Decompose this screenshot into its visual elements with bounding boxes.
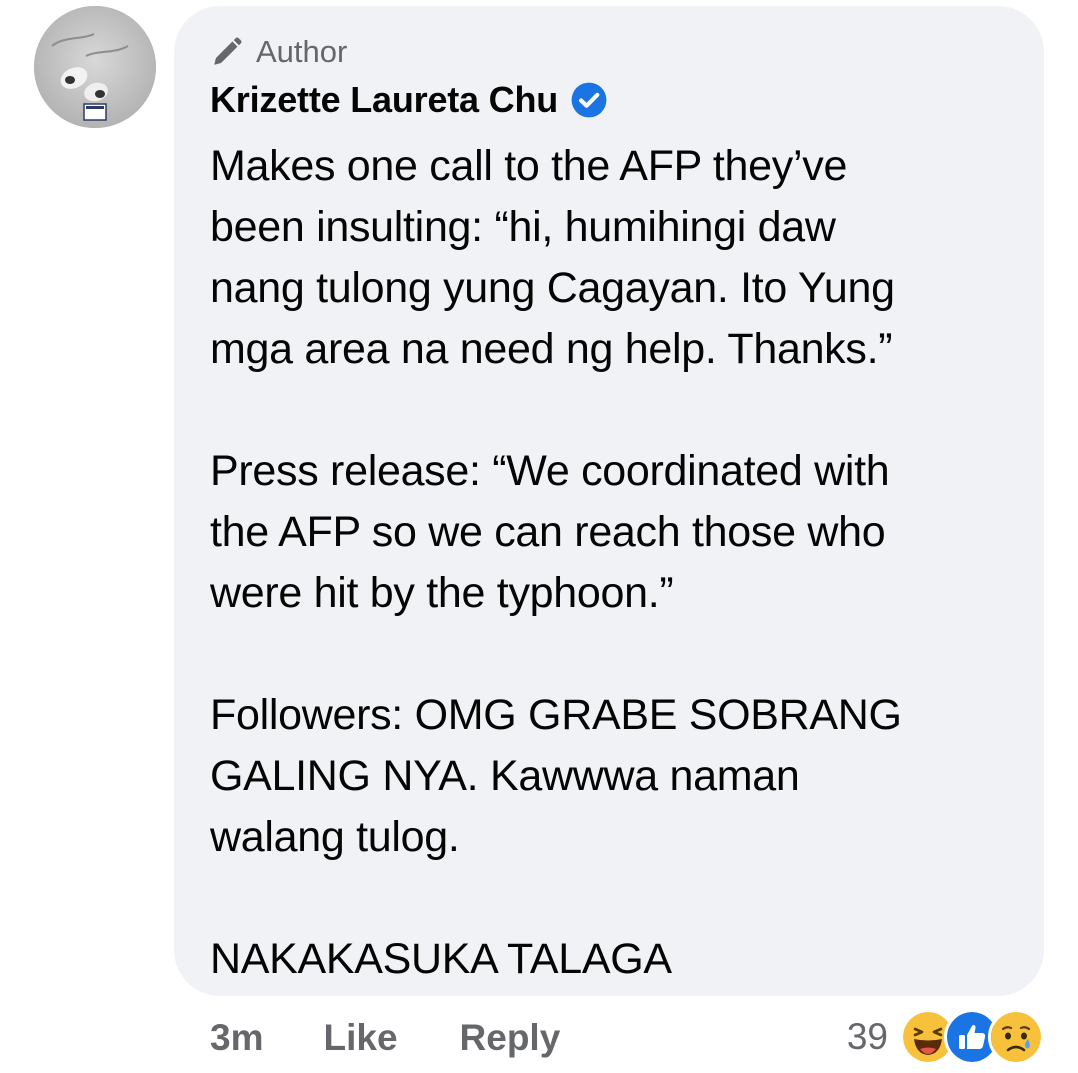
pencil-icon xyxy=(210,35,244,69)
author-name[interactable]: Krizette Laureta Chu xyxy=(210,79,558,121)
reaction-icons xyxy=(900,1009,1044,1065)
sad-icon xyxy=(988,1009,1044,1065)
author-badge-label: Author xyxy=(256,34,348,69)
timestamp[interactable]: 3m xyxy=(210,1017,263,1059)
author-badge: Author xyxy=(210,34,1004,70)
comment-bubble: Author Krizette Laureta Chu Makes one ca… xyxy=(174,6,1044,996)
avatar[interactable] xyxy=(34,6,156,128)
reply-button[interactable]: Reply xyxy=(460,1017,561,1059)
comment-actions: 3m Like Reply xyxy=(210,1010,622,1066)
comment-paragraph: Press release: “We coordinated with the … xyxy=(210,447,890,617)
comment-text: Makes one call to the AFP they’ve been i… xyxy=(210,136,1004,990)
reaction-count: 39 xyxy=(846,1016,888,1057)
verified-check-icon xyxy=(570,81,608,119)
comment-paragraph: Followers: OMG GRABE SOBRANG GALING NYA.… xyxy=(210,691,902,861)
comment-paragraph: Makes one call to the AFP they’ve been i… xyxy=(210,142,895,373)
comment-paragraph: NAKAKASUKA TALAGA xyxy=(210,935,672,983)
like-button[interactable]: Like xyxy=(323,1017,397,1059)
reaction-summary[interactable]: 39 xyxy=(847,1008,1044,1066)
author-row: Krizette Laureta Chu xyxy=(210,74,1004,126)
